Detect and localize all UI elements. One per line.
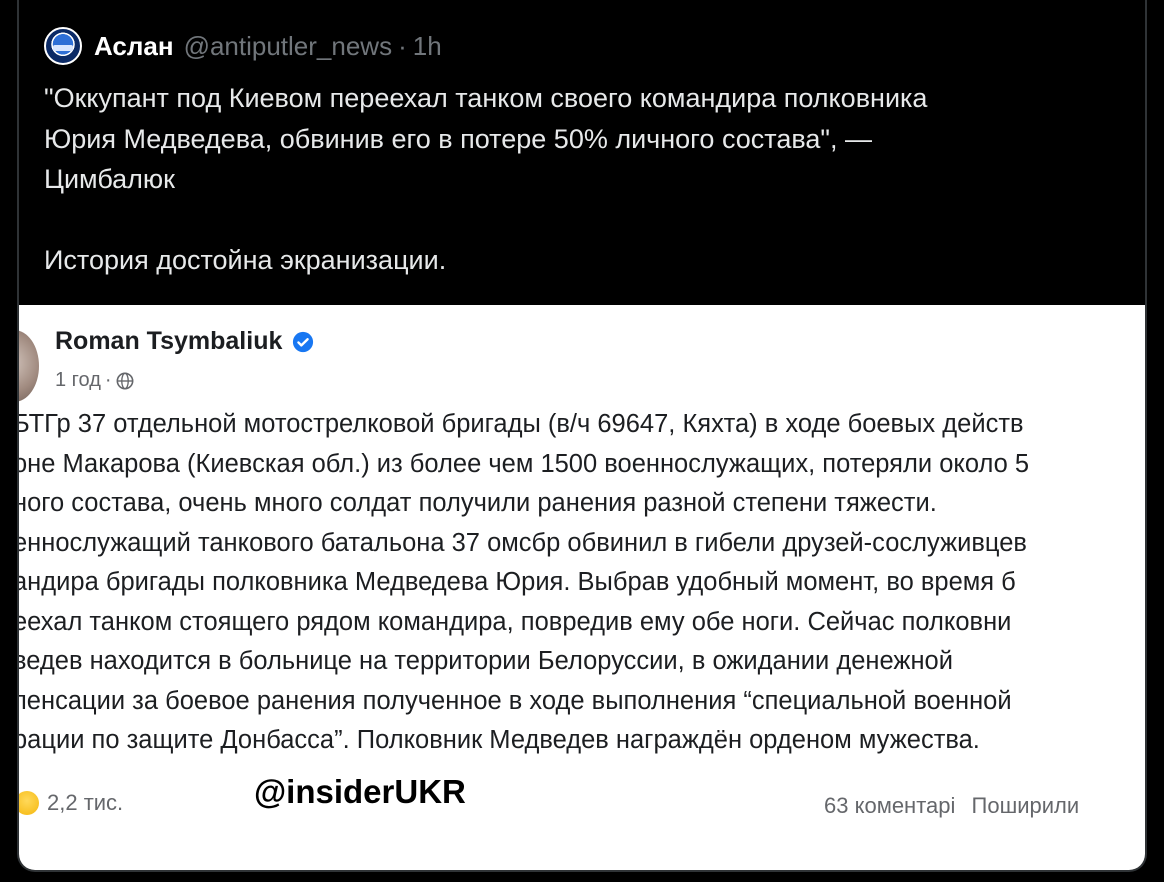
- post-line: рации по защите Донбасса”. Полковник Мед…: [19, 726, 980, 754]
- meta-dot: ·: [104, 369, 112, 391]
- post-line: андира бригады полковника Медведева Юрия…: [19, 568, 1016, 596]
- post-line: пенсации за боевое ранения полученное в …: [19, 686, 1012, 715]
- separator: ·: [398, 30, 407, 61]
- comments-count: 63 коментарі: [824, 793, 956, 818]
- post-body: БТГр 37 отдельной мотострелковой бригады…: [19, 405, 1145, 761]
- post-line: еехал танком стоящего рядом командира, п…: [19, 607, 1012, 636]
- reactions: 2,2 тис.: [19, 790, 123, 816]
- post-time: 1 год: [55, 369, 101, 391]
- post-author: Roman Tsymbaliuk: [55, 327, 314, 356]
- verified-check-icon: [293, 331, 314, 352]
- post-author-avatar: [19, 330, 39, 402]
- tweet-timestamp[interactable]: 1h: [413, 31, 442, 62]
- tweet-header: Аслан @antiputler_news · 1h: [44, 26, 442, 66]
- post-line: БТГр 37 отдельной мотострелковой бригады…: [19, 410, 1024, 438]
- watermark: @insiderUKR: [254, 773, 466, 810]
- post-line: ведев находится в больнице на территории…: [19, 647, 953, 675]
- globe-icon: [116, 372, 134, 389]
- tweet-card[interactable]: Аслан @antiputler_news · 1h "Оккупант по…: [17, 0, 1147, 872]
- post-line: ного состава, очень много солдат получил…: [19, 489, 937, 517]
- post-line: еннослужащий танкового батальона 37 омсб…: [19, 528, 1027, 557]
- shares-count: Поширили: [971, 793, 1080, 818]
- post-author-name: Roman Tsymbaliuk: [55, 327, 283, 355]
- post-meta: 1 год ·: [55, 369, 134, 392]
- reactions-count: 2,2 тис.: [47, 790, 124, 815]
- post-stats: 63 коментарі Поширили: [824, 793, 1079, 819]
- tweet-media-image[interactable]: Roman Tsymbaliuk 1 год · БТГр 37 отдельн…: [19, 305, 1145, 870]
- emoji-reaction-icon: [19, 791, 39, 815]
- author-handle[interactable]: @antiputler_news: [184, 31, 393, 62]
- post-line: оне Макарова (Киевская обл.) из более че…: [19, 449, 1030, 478]
- author-name[interactable]: Аслан: [94, 31, 174, 62]
- tweet-text: "Оккупант под Киевом переехал танком сво…: [44, 83, 928, 275]
- author-avatar[interactable]: [44, 27, 82, 65]
